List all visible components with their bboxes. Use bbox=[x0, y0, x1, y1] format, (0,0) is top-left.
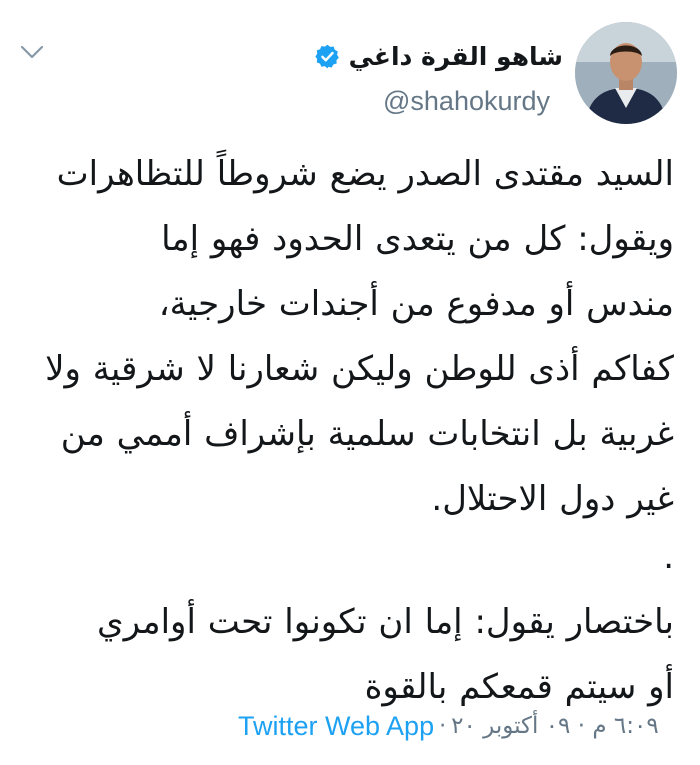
author-handle[interactable]: @shahokurdy bbox=[383, 86, 550, 117]
tweet-line: غربية بل انتخابات سلمية بإشراف أممي من bbox=[60, 414, 674, 454]
display-name[interactable]: شاهو القرة داغي bbox=[349, 42, 563, 71]
author-name-row[interactable]: شاهو القرة داغي bbox=[314, 38, 563, 74]
tweet-text: السيد مقتدى الصدر يضع شروطاً للتظاهرات و… bbox=[28, 142, 674, 720]
tweet-line: ويقول: كل من يتعدى الحدود فهو إما bbox=[161, 219, 674, 259]
meta-separator: · bbox=[439, 713, 447, 739]
tweet-line: السيد مقتدى الصدر يضع شروطاً للتظاهرات bbox=[56, 154, 674, 194]
tweet-card: شاهو القرة داغي @shahokurdy السيد مقتدى … bbox=[0, 0, 700, 765]
tweet-line: . bbox=[663, 537, 674, 577]
tweet-line: مندس أو مدفوع من أجندات خارجية، bbox=[158, 284, 674, 324]
tweet-timestamp[interactable]: ٦:٠٩ م · ٠٩ أكتوبر ٢٠ bbox=[451, 713, 659, 739]
tweet-line: باختصار يقول: إما ان تكونوا تحت أوامري bbox=[97, 602, 674, 642]
verified-badge-icon bbox=[314, 43, 341, 70]
tweet-line: كفاكم أذى للوطن وليكن شعارنا لا شرقية ول… bbox=[45, 349, 674, 389]
tweet-meta: Twitter Web App · ٦:٠٩ م · ٠٩ أكتوبر ٢٠ bbox=[238, 706, 659, 746]
chevron-down-icon[interactable] bbox=[19, 42, 45, 62]
source-link[interactable]: Twitter Web App bbox=[238, 711, 434, 742]
tweet-line: غير دول الاحتلال. bbox=[431, 479, 674, 519]
profile-avatar[interactable] bbox=[575, 22, 677, 124]
